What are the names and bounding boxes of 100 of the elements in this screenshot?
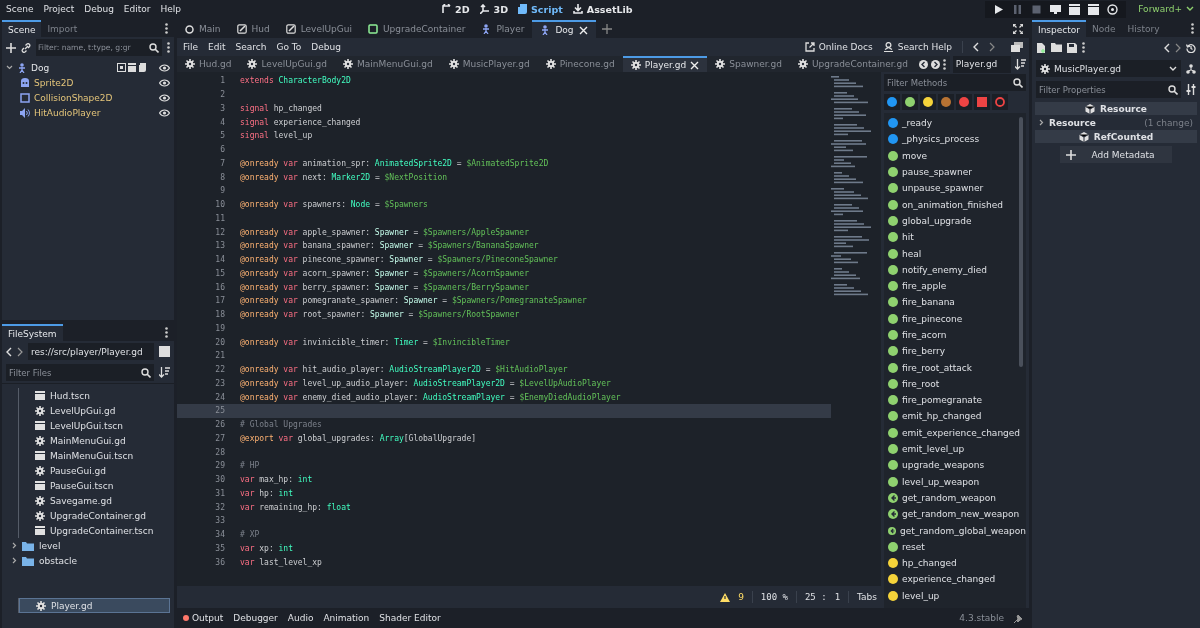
add-metadata-button[interactable]: Add Metadata xyxy=(1060,146,1172,163)
method-item[interactable]: fire_root_attack xyxy=(884,359,1026,376)
editor-tab[interactable]: Hud xyxy=(228,20,278,38)
method-item[interactable]: fire_berry xyxy=(884,343,1026,360)
menu-item[interactable]: Scene xyxy=(6,4,34,14)
menu-item[interactable]: Go To xyxy=(276,42,302,52)
method-item[interactable]: level_up xyxy=(884,587,1026,604)
file-row[interactable]: Savegame.gd xyxy=(19,493,170,508)
property-group[interactable]: Resource xyxy=(1049,117,1096,128)
help-button[interactable]: Search Help xyxy=(882,42,952,52)
visibility-eye-icon[interactable] xyxy=(159,63,170,72)
bottom-panel-tab[interactable]: Audio xyxy=(287,613,314,623)
file-row[interactable]: PauseGui.tscn xyxy=(19,478,170,493)
visibility-eye-icon[interactable] xyxy=(159,93,170,102)
kebab-menu-icon[interactable] xyxy=(165,327,168,338)
file-tab[interactable]: LevelUpGui.gd xyxy=(239,56,335,72)
node-name[interactable]: HitAudioPlayer xyxy=(34,107,101,118)
menu-item[interactable]: File xyxy=(183,42,199,52)
method-item[interactable]: emit_hp_changed xyxy=(884,408,1026,425)
method-item[interactable]: emit_experience_changed xyxy=(884,424,1026,441)
editor-tab[interactable]: UpgradeContainer xyxy=(359,20,474,38)
editor-tab[interactable]: Player xyxy=(473,20,533,38)
scroll-left-icon[interactable] xyxy=(918,59,928,69)
warning-icon[interactable] xyxy=(720,592,731,602)
file-row[interactable]: Hud.tscn xyxy=(19,388,170,403)
path-field[interactable]: res://src/player/Player.gd xyxy=(28,343,154,360)
method-item[interactable]: on_animation_finished xyxy=(884,196,1026,213)
pin-icon[interactable] xyxy=(1014,613,1023,623)
sort-icon[interactable] xyxy=(159,367,170,378)
file-tab[interactable]: Player.gd xyxy=(622,56,708,72)
fullscreen-icon[interactable] xyxy=(1013,24,1023,34)
zoom-level[interactable]: 100 % xyxy=(760,592,788,602)
dock-tab[interactable]: Scene xyxy=(2,20,42,37)
forward-icon[interactable] xyxy=(989,42,995,52)
folder-icon[interactable] xyxy=(1051,43,1062,52)
folder-row[interactable]: level xyxy=(6,538,170,553)
method-item[interactable]: get_random_weapon xyxy=(884,489,1026,507)
editor-tab[interactable]: Main xyxy=(177,20,229,38)
node-name[interactable]: CollisionShape2D xyxy=(34,92,113,103)
filter-field[interactable]: Filter Methods xyxy=(884,74,1026,91)
file-tab[interactable]: Spawner.gd xyxy=(707,56,790,72)
file-tab[interactable]: UpgradeContainer.gd xyxy=(789,56,916,72)
tools-icon[interactable] xyxy=(1186,84,1196,95)
method-item[interactable]: emit_level_up xyxy=(884,440,1026,458)
new-resource-icon[interactable] xyxy=(1036,42,1046,53)
file-tab[interactable]: MusicPlayer.gd xyxy=(440,56,538,72)
monitor-icon[interactable] xyxy=(1050,3,1062,15)
indent-mode[interactable]: Tabs xyxy=(857,592,877,602)
menu-item[interactable]: Edit xyxy=(208,42,226,52)
forward-icon[interactable] xyxy=(1175,42,1181,53)
object-dropdown[interactable]: MusicPlayer.gd xyxy=(1036,60,1181,77)
file-row[interactable]: UpgradeContainer.gd xyxy=(19,508,170,523)
filter-field[interactable]: Filter Properties xyxy=(1036,81,1181,98)
help-button[interactable]: Online Docs xyxy=(804,42,873,52)
file-tab[interactable]: Pinecone.gd xyxy=(537,56,623,72)
method-item[interactable]: fire_root xyxy=(884,375,1026,393)
method-item[interactable]: hp_changed xyxy=(884,555,1026,572)
menu-item[interactable]: Debug xyxy=(311,42,341,52)
bottom-panel-tab[interactable]: Output xyxy=(183,613,224,623)
workspace-tab[interactable]: Script xyxy=(518,3,563,15)
method-item[interactable]: notify_enemy_died xyxy=(884,261,1026,278)
film-reel-icon[interactable] xyxy=(1107,3,1119,15)
forward-icon[interactable] xyxy=(17,346,23,357)
method-item[interactable]: fire_pinecone xyxy=(884,310,1026,327)
file-row[interactable]: LevelUpGui.gd xyxy=(19,403,170,418)
add-icon[interactable] xyxy=(6,42,16,53)
visibility-eye-icon[interactable] xyxy=(159,78,170,87)
kebab-menu-icon[interactable] xyxy=(942,58,946,70)
workspace-tab[interactable]: 3D xyxy=(479,3,509,15)
bottom-panel-tab[interactable]: Animation xyxy=(323,613,370,623)
method-item[interactable]: get_random_new_weapon xyxy=(884,506,1026,523)
visibility-eye-icon[interactable] xyxy=(159,108,170,117)
method-item[interactable]: upgrade_weapons xyxy=(884,457,1026,474)
method-item[interactable]: unpause_spawner xyxy=(884,180,1026,197)
method-item[interactable]: heal xyxy=(884,245,1026,262)
dock-tab[interactable]: History xyxy=(1121,20,1166,37)
save-icon[interactable] xyxy=(1067,42,1077,53)
editor-tab[interactable]: LevelUpGui xyxy=(277,20,360,38)
expand-caret-icon[interactable] xyxy=(1039,119,1044,126)
file-row[interactable]: MainMenuGui.gd xyxy=(19,433,170,448)
scroll-right-icon[interactable] xyxy=(930,59,940,69)
selected-file-row[interactable]: Player.gd xyxy=(19,598,170,613)
back-icon[interactable] xyxy=(973,42,979,52)
close-icon[interactable] xyxy=(690,60,700,70)
node-path-icon[interactable] xyxy=(1186,63,1196,74)
editor-tab[interactable]: Dog xyxy=(532,20,596,38)
script-name-field[interactable]: Player.gd xyxy=(952,55,1011,73)
method-item[interactable]: hit xyxy=(884,229,1026,246)
bottom-panel-tab[interactable]: Debugger xyxy=(233,613,278,623)
method-item[interactable]: fire_banana xyxy=(884,294,1026,311)
warning-count[interactable]: 9 xyxy=(738,592,744,602)
folder-row[interactable]: obstacle xyxy=(6,553,170,568)
dock-tab[interactable]: Inspector xyxy=(1032,20,1086,37)
link-icon[interactable] xyxy=(21,42,31,53)
method-item[interactable]: pause_spawner xyxy=(884,163,1026,181)
dock-tab[interactable]: FileSystem xyxy=(2,324,63,341)
kebab-menu-icon[interactable] xyxy=(1191,23,1194,34)
method-item[interactable]: _physics_process xyxy=(884,131,1026,148)
play-icon[interactable] xyxy=(993,3,1005,15)
close-icon[interactable] xyxy=(578,25,588,35)
